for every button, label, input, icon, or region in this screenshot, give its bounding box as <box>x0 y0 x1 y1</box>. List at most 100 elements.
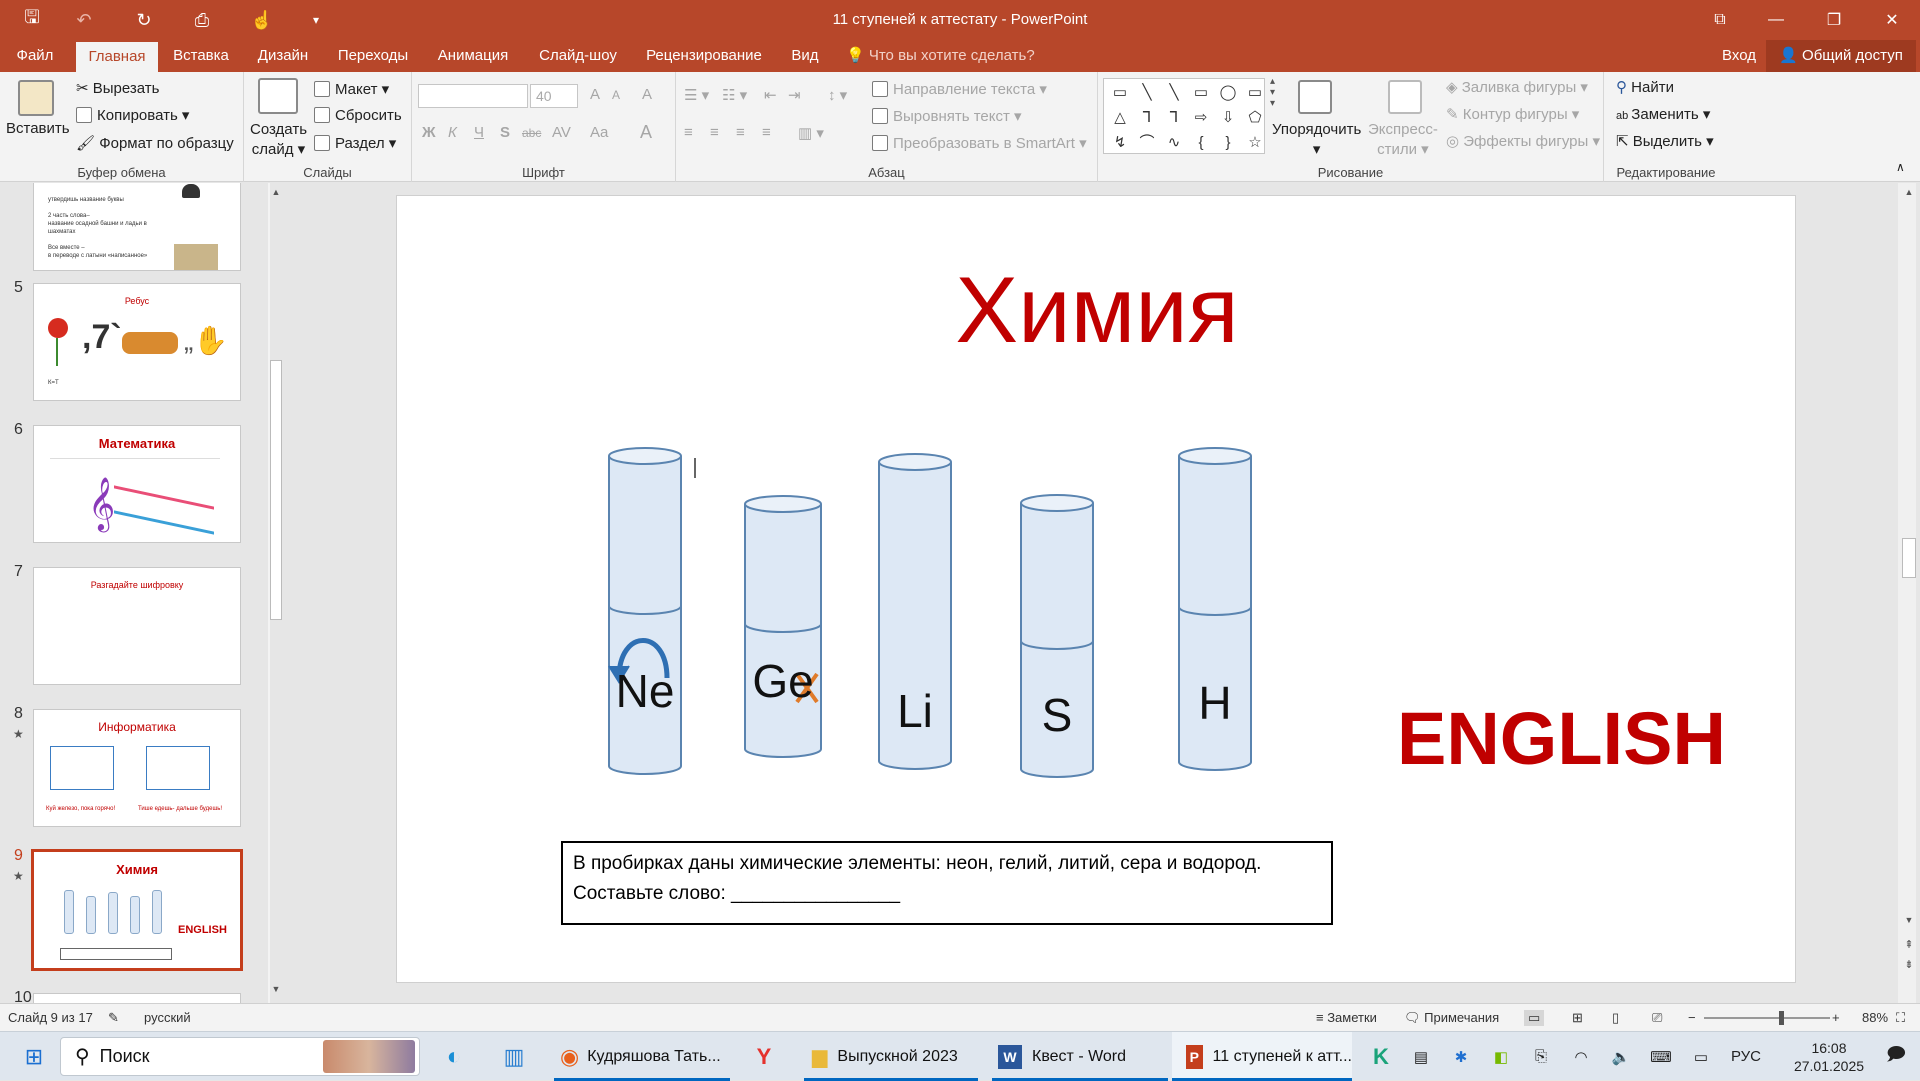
font-size-field[interactable]: 40 <box>530 84 578 108</box>
bold-button[interactable]: Ж <box>422 124 436 141</box>
find-button[interactable]: ⚲ Найти <box>1616 78 1674 96</box>
close-button[interactable]: ✕ <box>1864 0 1920 40</box>
task-textbox[interactable]: В пробирках даны химические элементы: не… <box>561 841 1333 925</box>
tell-me-input[interactable]: 💡 Что вы хотите сделать? <box>846 40 1046 72</box>
taskbar-explorer-folder[interactable]: ▆ Выпускной 2023 <box>804 1032 978 1081</box>
spellcheck-icon[interactable]: ✎ <box>108 1010 119 1026</box>
volume-icon[interactable]: 🔈 <box>1606 1032 1636 1081</box>
cut-button[interactable]: ✂ Вырезать <box>76 79 159 97</box>
paste-button[interactable]: Вставить <box>6 120 70 137</box>
slide-scroll-up-icon[interactable]: ▲ <box>1900 187 1918 197</box>
decrease-indent-icon[interactable]: ⇤ <box>764 86 777 104</box>
touch-mode-icon[interactable]: ☝ <box>242 0 282 40</box>
present-from-start-icon[interactable]: ⎙ <box>182 0 222 40</box>
tab-home[interactable]: Главная <box>76 42 158 72</box>
shape-gallery-item[interactable]: ⅂ <box>1135 107 1159 129</box>
wifi-icon[interactable]: ◠ <box>1566 1032 1596 1081</box>
clock[interactable]: 16:08 27.01.2025 <box>1774 1032 1884 1081</box>
next-slide-icon[interactable]: ⇟ <box>1900 958 1918 971</box>
tab-design[interactable]: Дизайн <box>248 40 318 72</box>
comments-button[interactable]: 🗨 Примечания <box>1404 1010 1499 1026</box>
yandex-browser-icon[interactable]: Y <box>746 1032 782 1081</box>
numbering-icon[interactable]: ☷ ▾ <box>722 86 747 104</box>
convert-smartart-button[interactable]: Преобразовать в SmartArt ▾ <box>872 134 1087 152</box>
slide-thumbnail-4[interactable]: утвердишь название буквы 2 часть слова– … <box>33 183 241 271</box>
strikethrough-button[interactable]: abc <box>522 126 541 140</box>
shape-gallery-item[interactable]: ∿ <box>1162 132 1186 154</box>
slide-sorter-icon[interactable]: ⊞ <box>1572 1010 1583 1026</box>
slide-thumbnail-6[interactable]: Математика 𝄞 <box>33 425 241 543</box>
test-tube-ne[interactable] <box>608 447 682 775</box>
font-name-field[interactable] <box>418 84 528 108</box>
collapse-ribbon-icon[interactable]: ∧ <box>1896 160 1905 174</box>
scroll-up-icon[interactable]: ▲ <box>268 187 284 199</box>
align-center-icon[interactable]: ≡ <box>710 124 719 141</box>
zoom-out-button[interactable]: − <box>1688 1010 1696 1025</box>
undo-icon[interactable]: ↶ <box>64 0 104 40</box>
shape-gallery-item[interactable]: ╲ <box>1162 82 1186 104</box>
justify-icon[interactable]: ≡ <box>762 124 771 141</box>
zoom-slider[interactable] <box>1704 1011 1830 1025</box>
kaspersky-icon[interactable]: K <box>1366 1032 1396 1081</box>
file-explorer-icon[interactable]: ▥ <box>496 1032 532 1081</box>
section-button[interactable]: Раздел ▾ <box>314 134 396 152</box>
zoom-slider-thumb[interactable] <box>1779 1011 1785 1025</box>
clear-formatting-icon[interactable]: A <box>642 86 652 103</box>
quick-styles-button[interactable]: Экспресс-стили ▾ <box>1368 120 1438 160</box>
grow-font-icon[interactable]: A <box>590 86 600 103</box>
shape-gallery-item[interactable]: ⇨ <box>1189 107 1213 129</box>
shape-gallery-item[interactable]: ⇩ <box>1216 107 1240 129</box>
slide-thumbnail-9[interactable]: Химия ENGLISH <box>31 849 243 971</box>
slide-thumbnail-5[interactable]: Ребус ,7` „✋ К=Т <box>33 283 241 401</box>
bullets-icon[interactable]: ☰ ▾ <box>684 86 709 104</box>
ribbon-display-options-icon[interactable]: ⧉ <box>1692 0 1748 40</box>
shape-gallery-item[interactable]: ▭ <box>1243 82 1267 104</box>
new-slide-button[interactable]: Создать слайд ▾ <box>250 120 307 160</box>
copy-button[interactable]: Копировать ▾ <box>76 106 189 124</box>
change-case-button[interactable]: Aa <box>590 124 608 141</box>
restore-button[interactable]: ❐ <box>1806 0 1862 40</box>
minimize-button[interactable]: — <box>1748 0 1804 40</box>
slide-thumbnail-7[interactable]: Разгадайте шифровку <box>33 567 241 685</box>
shape-outline-button[interactable]: ✎ Контур фигуры ▾ <box>1446 105 1579 123</box>
save-icon[interactable]: 🖫 <box>12 0 52 40</box>
underline-button[interactable]: Ч <box>474 124 484 141</box>
text-direction-button[interactable]: Направление текста ▾ <box>872 80 1047 98</box>
shape-gallery-item[interactable]: ⌒ <box>1135 132 1159 154</box>
shape-gallery-item[interactable]: ▭ <box>1108 82 1132 104</box>
slide-scroll-down-icon[interactable]: ▼ <box>1900 915 1918 925</box>
tab-animations[interactable]: Анимация <box>428 40 518 72</box>
redo-icon[interactable]: ↻ <box>124 0 164 40</box>
slide-scroll-thumb[interactable] <box>1902 538 1916 578</box>
tab-insert[interactable]: Вставка <box>166 40 236 72</box>
line-spacing-icon[interactable]: ↕ ▾ <box>828 86 847 104</box>
sign-in-link[interactable]: Вход <box>1714 40 1764 72</box>
shape-gallery-item[interactable]: ╲ <box>1135 82 1159 104</box>
thumbnails-scroll-thumb[interactable] <box>270 360 282 620</box>
tab-slideshow[interactable]: Слайд-шоу <box>530 40 626 72</box>
columns-icon[interactable]: ▥ ▾ <box>798 124 824 142</box>
format-painter-button[interactable]: 🖌 Формат по образцу <box>76 134 234 152</box>
battery-icon[interactable]: ▭ <box>1686 1032 1716 1081</box>
taskbar-search-box[interactable]: ⚲ Поиск <box>60 1037 420 1076</box>
english-word[interactable]: ENGLISH <box>1397 696 1726 781</box>
edge-icon[interactable]: ◐ <box>436 1032 472 1081</box>
align-text-button[interactable]: Выровнять текст ▾ <box>872 107 1022 125</box>
taskbar-word[interactable]: W Квест - Word <box>992 1032 1168 1081</box>
windows-start-icon[interactable]: ⊞ <box>16 1032 52 1081</box>
normal-view-icon[interactable]: ▭ <box>1524 1010 1545 1026</box>
shape-gallery-item[interactable]: ⅂ <box>1162 107 1186 129</box>
shrink-font-icon[interactable]: A <box>612 88 620 102</box>
notifications-icon[interactable]: 🗩 <box>1880 1032 1912 1081</box>
bluetooth-icon[interactable]: ✱ <box>1446 1032 1476 1081</box>
slide-thumbnail-8[interactable]: Информатика Куй железо, пока горячо! Тиш… <box>33 709 241 827</box>
tab-file[interactable]: Файл <box>4 40 66 72</box>
customize-qat-icon[interactable]: ▾ <box>296 0 336 40</box>
slideshow-view-icon[interactable]: ⎚ <box>1652 1010 1662 1026</box>
meet-now-icon[interactable]: ⎘ <box>1526 1032 1556 1081</box>
shape-fill-button[interactable]: ◈ Заливка фигуры ▾ <box>1446 78 1588 96</box>
shape-gallery-item[interactable]: ↯ <box>1108 132 1132 154</box>
tab-view[interactable]: Вид <box>782 40 828 72</box>
shape-gallery-item[interactable]: } <box>1216 132 1240 154</box>
shape-gallery-item[interactable]: ◯ <box>1216 82 1240 104</box>
